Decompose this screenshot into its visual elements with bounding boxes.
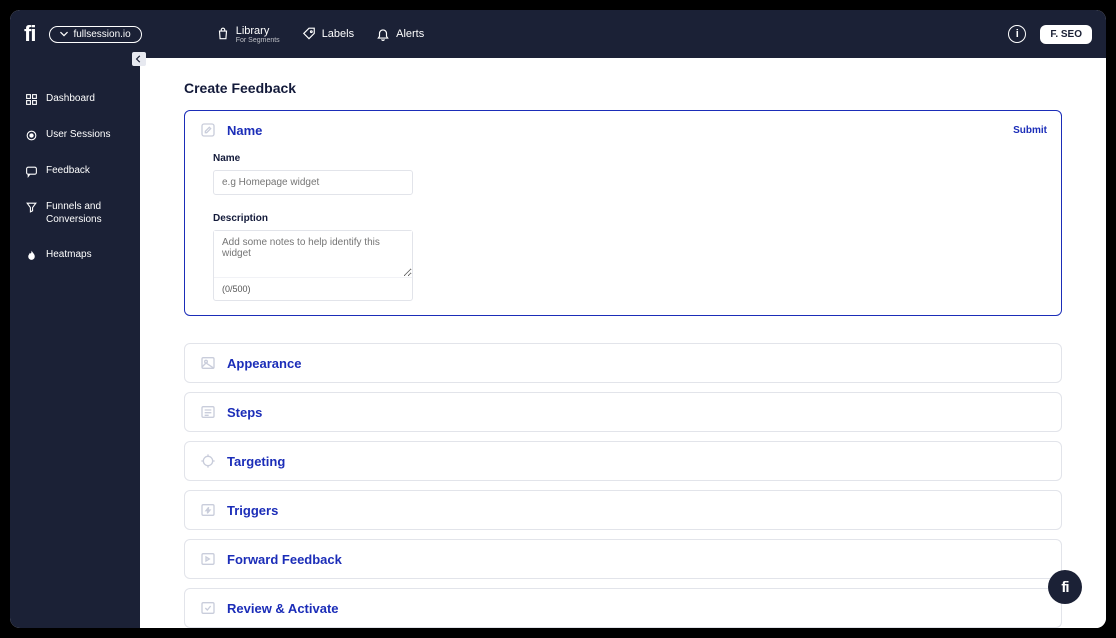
chevron-down-icon xyxy=(60,30,68,38)
section-targeting-title: Targeting xyxy=(227,454,285,469)
tag-icon xyxy=(302,27,316,41)
chat-icon xyxy=(25,165,38,178)
section-appearance: Appearance xyxy=(184,343,1062,383)
sidebar-item-dashboard[interactable]: Dashboard xyxy=(10,88,140,110)
sidebar-item-label: Feedback xyxy=(46,164,90,177)
name-input[interactable] xyxy=(213,170,413,195)
section-triggers: Triggers xyxy=(184,490,1062,530)
nav-labels[interactable]: Labels xyxy=(302,27,354,41)
target-icon xyxy=(25,129,38,142)
section-name-title: Name xyxy=(227,123,262,138)
nav-labels-label: Labels xyxy=(322,28,354,40)
site-selector-label: fullsession.io xyxy=(73,29,130,40)
section-steps-title: Steps xyxy=(227,405,262,420)
edit-icon xyxy=(200,122,216,138)
nav-library[interactable]: Library For Segments xyxy=(216,25,280,44)
section-targeting-header[interactable]: Targeting xyxy=(185,442,1061,480)
site-selector[interactable]: fullsession.io xyxy=(49,26,141,43)
sidebar-item-label: Funnels and Conversions xyxy=(46,200,126,226)
nav-library-sub: For Segments xyxy=(236,37,280,44)
sidebar-item-feedback[interactable]: Feedback xyxy=(10,160,140,182)
section-name: Name Submit Name Description (0/500) xyxy=(184,110,1062,316)
flame-icon xyxy=(25,249,38,262)
info-icon[interactable]: i xyxy=(1008,25,1026,43)
sidebar-item-label: Heatmaps xyxy=(46,248,92,261)
funnel-icon xyxy=(25,201,38,214)
top-nav: Library For Segments Labels Alerts xyxy=(216,25,425,44)
description-input[interactable] xyxy=(214,231,412,277)
section-name-header[interactable]: Name Submit xyxy=(185,111,1061,149)
sidebar-item-funnels[interactable]: Funnels and Conversions xyxy=(10,196,140,230)
submit-button[interactable]: Submit xyxy=(1013,125,1047,136)
section-review-title: Review & Activate xyxy=(227,601,339,616)
bag-icon xyxy=(216,27,230,41)
field-name-label: Name xyxy=(213,153,1033,164)
section-appearance-header[interactable]: Appearance xyxy=(185,344,1061,382)
sidebar-item-heatmaps[interactable]: Heatmaps xyxy=(10,244,140,266)
field-description-label: Description xyxy=(213,213,1033,224)
bolt-icon xyxy=(200,502,216,518)
section-triggers-title: Triggers xyxy=(227,503,278,518)
chevron-left-icon xyxy=(135,55,143,63)
help-widget[interactable]: fi xyxy=(1048,570,1082,604)
main-content: Create Feedback Name Submit Name Descrip… xyxy=(140,58,1106,628)
crosshair-icon xyxy=(200,453,216,469)
sidebar: Dashboard User Sessions Feedback Funnels… xyxy=(10,58,140,628)
section-forward-header[interactable]: Forward Feedback xyxy=(185,540,1061,578)
logo: fi xyxy=(24,21,35,47)
grid-icon xyxy=(25,93,38,106)
section-triggers-header[interactable]: Triggers xyxy=(185,491,1061,529)
section-forward-title: Forward Feedback xyxy=(227,552,342,567)
sidebar-item-user-sessions[interactable]: User Sessions xyxy=(10,124,140,146)
description-counter: (0/500) xyxy=(214,277,412,300)
section-targeting: Targeting xyxy=(184,441,1062,481)
image-icon xyxy=(200,355,216,371)
section-forward: Forward Feedback xyxy=(184,539,1062,579)
list-icon xyxy=(200,404,216,420)
nav-library-label: Library xyxy=(236,25,270,37)
section-steps-header[interactable]: Steps xyxy=(185,393,1061,431)
sidebar-item-label: Dashboard xyxy=(46,92,95,105)
section-steps: Steps xyxy=(184,392,1062,432)
sidebar-collapse-toggle[interactable] xyxy=(132,52,146,66)
nav-alerts-label: Alerts xyxy=(396,28,424,40)
topbar: fi fullsession.io Library For Segments L… xyxy=(10,10,1106,58)
check-icon xyxy=(200,600,216,616)
section-review: Review & Activate xyxy=(184,588,1062,628)
section-review-header[interactable]: Review & Activate xyxy=(185,589,1061,627)
bell-icon xyxy=(376,27,390,41)
section-appearance-title: Appearance xyxy=(227,356,301,371)
user-badge[interactable]: F. SEO xyxy=(1040,25,1092,44)
sidebar-item-label: User Sessions xyxy=(46,128,110,141)
nav-alerts[interactable]: Alerts xyxy=(376,27,424,41)
forward-icon xyxy=(200,551,216,567)
page-title: Create Feedback xyxy=(184,80,1062,96)
